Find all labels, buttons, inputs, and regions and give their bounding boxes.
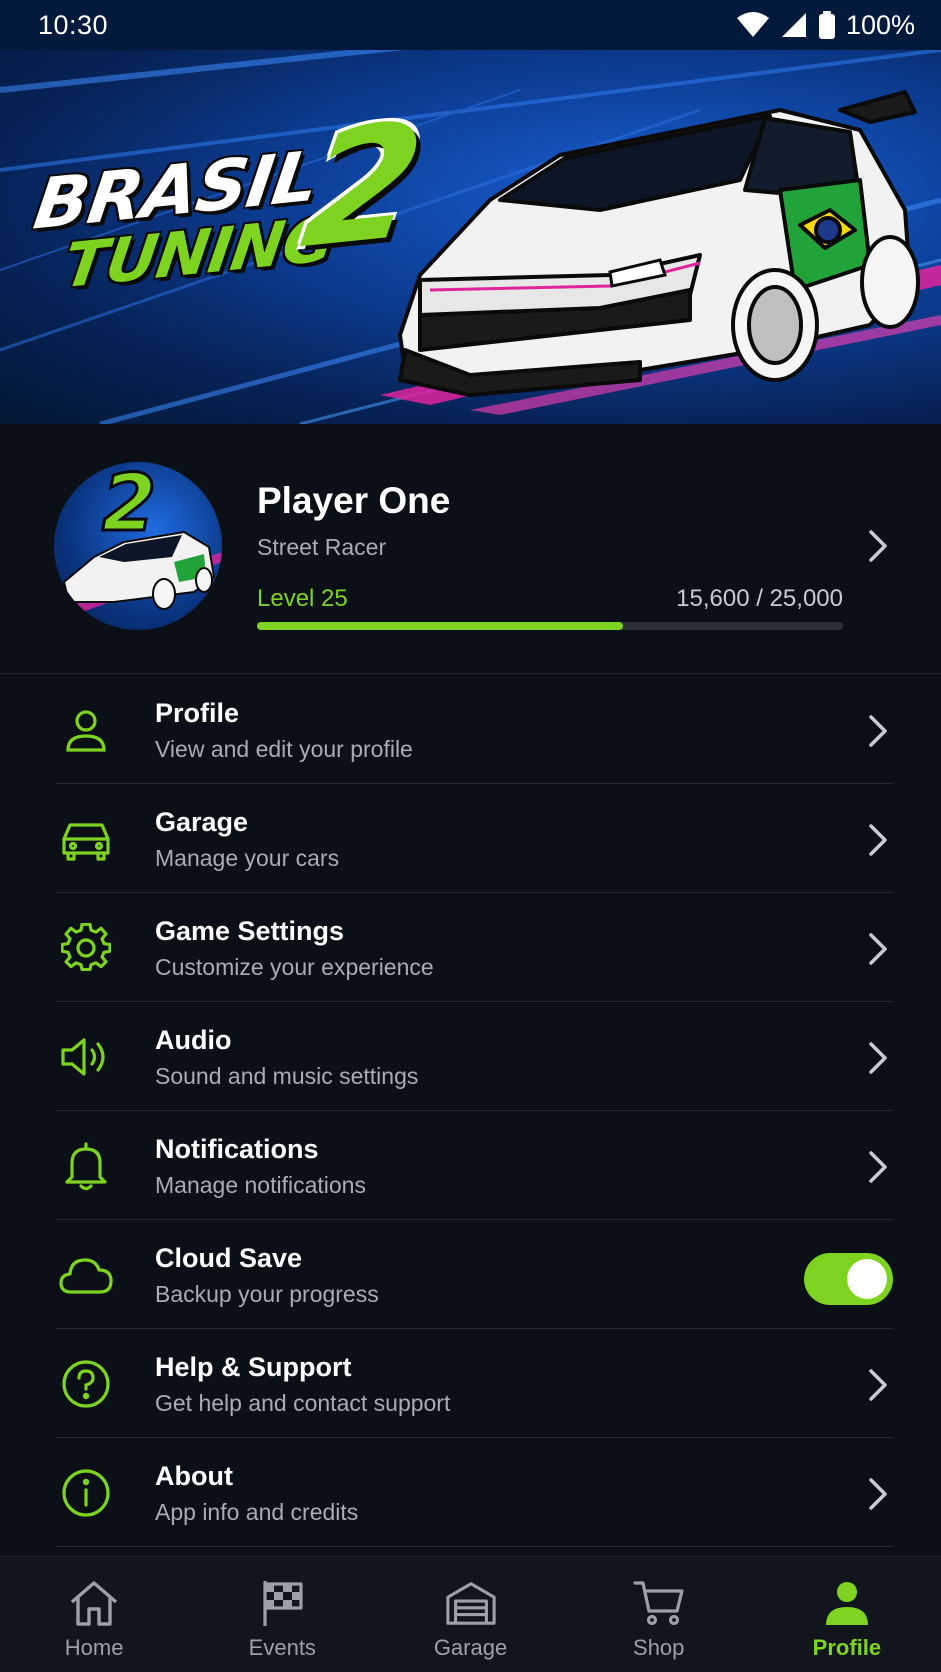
speaker-icon xyxy=(58,1029,114,1085)
bell-icon xyxy=(58,1138,114,1194)
menu-item-title: Notifications xyxy=(155,1134,319,1164)
menu-item-title: Game Settings xyxy=(155,916,345,946)
status-icons: 100% xyxy=(736,10,915,41)
nav-item-events[interactable]: Events xyxy=(188,1557,376,1672)
cellular-signal-icon xyxy=(780,12,808,38)
menu-item-about[interactable]: About App info and credits xyxy=(0,1438,941,1547)
menu-item-subtitle: Manage notifications xyxy=(155,1172,366,1198)
menu-item-title: Profile xyxy=(155,698,240,728)
menu-item-title: Audio xyxy=(155,1025,232,1055)
player-card[interactable]: 2 Player One Street Racer Level 25 15,60… xyxy=(0,424,941,674)
bottom-navigation: Home Events Garage Shop Profile xyxy=(0,1556,941,1672)
player-level: Level 25 xyxy=(257,585,348,612)
menu-item-subtitle: Backup your progress xyxy=(155,1281,379,1307)
menu-item-subtitle: Customize your experience xyxy=(155,954,434,980)
cloud-icon xyxy=(58,1247,114,1303)
question-icon xyxy=(58,1356,114,1412)
chevron-right-icon xyxy=(867,1477,889,1516)
menu-item-profile[interactable]: Profile View and edit your profile xyxy=(0,675,941,784)
nav-label: Home xyxy=(64,1635,124,1660)
chevron-right-icon xyxy=(867,1041,889,1080)
svg-text:2: 2 xyxy=(102,462,156,549)
nav-item-home[interactable]: Home xyxy=(0,1557,188,1672)
nav-label: Profile xyxy=(812,1635,882,1660)
battery-icon xyxy=(818,11,836,39)
nav-item-garage[interactable]: Garage xyxy=(376,1557,564,1672)
status-time: 10:30 xyxy=(38,9,109,40)
info-icon xyxy=(58,1465,114,1521)
player-title: Street Racer xyxy=(257,534,387,560)
checkered-flag-icon xyxy=(256,1577,308,1629)
cloud-save-toggle[interactable] xyxy=(804,1253,893,1305)
nav-label: Events xyxy=(248,1635,316,1660)
car-icon xyxy=(58,811,114,867)
chevron-right-icon xyxy=(867,932,889,971)
avatar: 2 xyxy=(54,462,222,630)
chevron-right-icon xyxy=(867,714,889,753)
chevron-right-icon xyxy=(867,1150,889,1189)
menu-item-game-settings[interactable]: Game Settings Customize your experience xyxy=(0,893,941,1002)
player-name: Player One xyxy=(257,480,451,521)
menu-item-title: Cloud Save xyxy=(155,1243,303,1273)
menu-item-subtitle: App info and credits xyxy=(155,1499,359,1525)
menu-item-audio[interactable]: Audio Sound and music settings xyxy=(0,1002,941,1111)
menu-item-help-support[interactable]: Help & Support Get help and contact supp… xyxy=(0,1329,941,1438)
status-bar: 10:30 100% xyxy=(0,0,941,50)
menu-item-title: Help & Support xyxy=(155,1352,352,1382)
menu-item-title: About xyxy=(155,1461,233,1491)
gear-icon xyxy=(58,920,114,976)
nav-label: Shop xyxy=(633,1635,685,1660)
settings-menu: Profile View and edit your profile Garag… xyxy=(0,675,941,1547)
home-icon xyxy=(68,1577,120,1629)
divider xyxy=(56,1546,893,1547)
battery-percent: 100% xyxy=(845,9,915,40)
nav-label: Garage xyxy=(433,1635,508,1660)
menu-item-garage[interactable]: Garage Manage your cars xyxy=(0,784,941,893)
toggle-knob xyxy=(847,1259,887,1299)
user-icon xyxy=(58,702,114,758)
xp-progress-bar xyxy=(257,622,843,630)
xp-progress-fill xyxy=(257,622,623,630)
nav-item-shop[interactable]: Shop xyxy=(565,1557,753,1672)
cart-icon xyxy=(633,1577,685,1629)
hero-banner: BRASIL TUNING 2 xyxy=(0,50,941,424)
menu-item-subtitle: Manage your cars xyxy=(155,845,340,871)
chevron-right-icon xyxy=(867,823,889,862)
menu-item-title: Garage xyxy=(155,807,249,837)
game-logo: BRASIL TUNING 2 xyxy=(29,86,434,303)
chevron-right-icon xyxy=(867,1368,889,1407)
chevron-right-icon xyxy=(867,529,889,568)
wifi-icon xyxy=(736,12,770,38)
user-filled-icon xyxy=(821,1577,873,1629)
nav-item-profile[interactable]: Profile xyxy=(753,1557,941,1672)
menu-item-notifications[interactable]: Notifications Manage notifications xyxy=(0,1111,941,1220)
menu-item-subtitle: Sound and music settings xyxy=(155,1063,419,1089)
menu-item-cloud-save[interactable]: Cloud Save Backup your progress xyxy=(0,1220,941,1329)
player-xp: 15,600 / 25,000 xyxy=(676,585,843,612)
menu-item-subtitle: View and edit your profile xyxy=(155,736,413,762)
garage-icon xyxy=(445,1577,497,1629)
menu-item-subtitle: Get help and contact support xyxy=(155,1390,451,1416)
